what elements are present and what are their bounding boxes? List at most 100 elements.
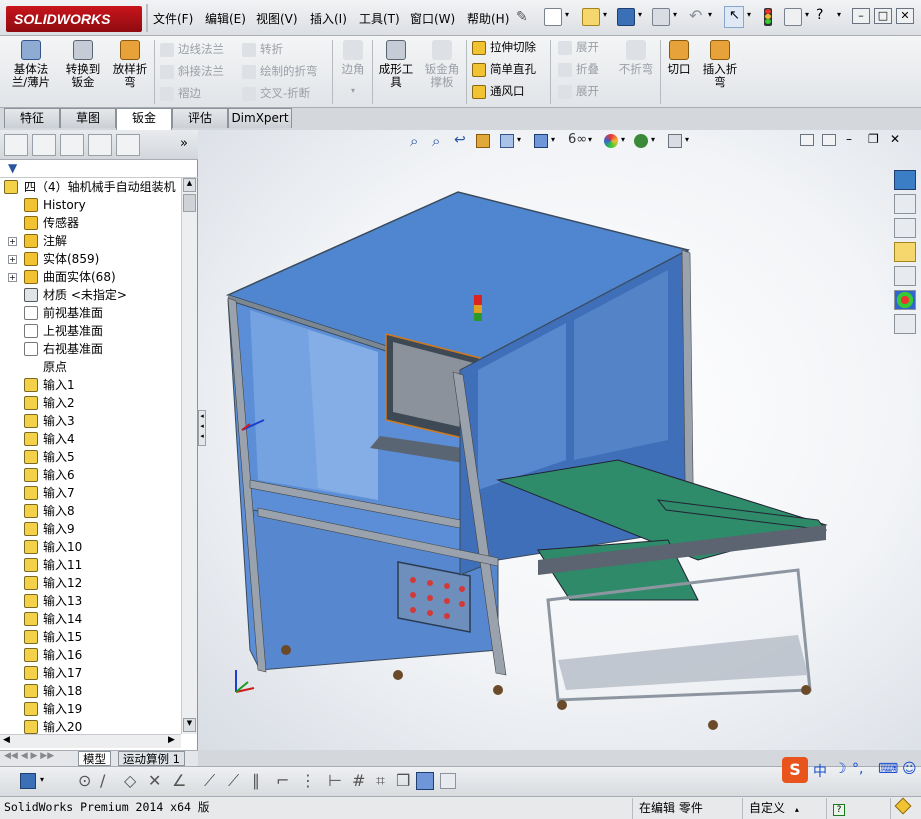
- no-bends-button[interactable]: 不折弯: [614, 40, 658, 76]
- bottom-save-dropdown-icon[interactable]: ▾: [40, 775, 44, 784]
- tab-scroll-icon[interactable]: ◀◀ ◀ ▶ ▶▶: [4, 751, 54, 761]
- edge-flange-button[interactable]: 边线法兰: [160, 38, 224, 60]
- insert-bends-button[interactable]: 插入折 弯: [698, 40, 742, 89]
- tab-sketch[interactable]: 草图: [60, 108, 116, 128]
- bottom-save-icon[interactable]: [20, 773, 36, 789]
- solidworks-logo[interactable]: SOLIDWORKS: [6, 6, 142, 32]
- offset-tool-icon[interactable]: ⟋: [228, 771, 239, 791]
- cross-break-button[interactable]: 交叉-折断: [242, 82, 310, 104]
- sketched-bend-button[interactable]: 绘制的折弯: [242, 60, 318, 82]
- corner-tool-icon[interactable]: ⌐: [276, 771, 289, 790]
- tab-model[interactable]: 模型: [78, 751, 111, 766]
- filter-icon[interactable]: ▼: [8, 161, 17, 175]
- print-dropdown-icon[interactable]: ▾: [673, 10, 677, 19]
- punctuation-icon[interactable]: °,: [852, 761, 863, 777]
- snap-tool-icon[interactable]: ⌗: [376, 771, 385, 791]
- trim-tool-icon[interactable]: ✕: [148, 771, 161, 790]
- propertymanager-tab-icon[interactable]: [32, 134, 56, 156]
- vent-button[interactable]: 通风口: [472, 80, 525, 102]
- minimize-icon[interactable]: –: [852, 8, 870, 24]
- gusset-button[interactable]: 钣金角 撑板: [422, 40, 462, 89]
- new-document-icon[interactable]: [544, 8, 562, 26]
- base-flange-button[interactable]: 基体法 兰/薄片: [8, 40, 54, 89]
- shaded-view-icon[interactable]: [416, 772, 434, 790]
- simple-hole-button[interactable]: 简单直孔: [472, 58, 536, 80]
- ime-lang[interactable]: 中: [813, 761, 827, 781]
- graphics-area[interactable]: ⌕ ⌕ ↩ ▾ ▾ 6∞ ▾ ▾ ▾ ▾ – ❐ ✕ ◂ ◂ ◂: [198, 130, 921, 750]
- save-icon[interactable]: [617, 8, 635, 26]
- help-icon[interactable]: ?: [816, 7, 823, 23]
- rebuild-status-button[interactable]: [890, 797, 921, 819]
- point-tool-icon[interactable]: ◇: [124, 771, 136, 790]
- expand-icon[interactable]: +: [8, 273, 17, 282]
- corners-dropdown-icon[interactable]: ▾: [338, 84, 368, 97]
- configurationmanager-tab-icon[interactable]: [60, 134, 84, 156]
- menu-edit[interactable]: 编辑(E): [205, 10, 246, 27]
- maximize-icon[interactable]: □: [874, 8, 892, 24]
- tab-sheet-metal[interactable]: 钣金: [116, 108, 172, 130]
- tree-vertical-scrollbar[interactable]: ▲ ▼: [181, 178, 197, 734]
- expand-icon[interactable]: +: [8, 255, 17, 264]
- scroll-up-icon[interactable]: ▲: [183, 178, 196, 192]
- tab-motion-study[interactable]: 运动算例 1: [118, 751, 185, 766]
- display-manager-tab-icon[interactable]: [116, 134, 140, 156]
- file-properties-icon[interactable]: [784, 8, 802, 26]
- relation-tool-icon[interactable]: ∥: [252, 771, 260, 790]
- forming-tool-button[interactable]: 成形工 具: [376, 40, 416, 89]
- tree-horizontal-scrollbar[interactable]: ◀ ▶: [0, 734, 181, 748]
- pin-icon[interactable]: ✎: [516, 9, 528, 25]
- open-dropdown-icon[interactable]: ▾: [603, 10, 607, 19]
- lofted-bend-button[interactable]: 放样折 弯: [108, 40, 152, 89]
- units-selector[interactable]: 自定义 ▴: [742, 798, 826, 819]
- select-dropdown-icon[interactable]: ▾: [747, 10, 751, 19]
- dimension-tool-icon[interactable]: ⊢: [328, 771, 342, 790]
- moon-icon[interactable]: ☽: [834, 761, 847, 777]
- circle-tool-icon[interactable]: ⊙: [78, 771, 91, 790]
- fold-button[interactable]: 折叠: [558, 58, 599, 80]
- scroll-thumb[interactable]: [183, 194, 196, 212]
- mirror-tool-icon[interactable]: ⟋: [204, 771, 215, 791]
- open-folder-icon[interactable]: [582, 8, 600, 26]
- expand-panel-icon[interactable]: »: [180, 136, 188, 151]
- featuremanager-tab-icon[interactable]: [4, 134, 28, 156]
- undo-icon[interactable]: ↶: [689, 6, 702, 25]
- dimxpertmanager-tab-icon[interactable]: [88, 134, 112, 156]
- view-options-icon[interactable]: [440, 773, 456, 789]
- scroll-down-icon[interactable]: ▼: [183, 718, 196, 732]
- hem-button[interactable]: 褶边: [160, 82, 201, 104]
- options-dropdown-icon[interactable]: ▾: [805, 10, 809, 19]
- menu-file[interactable]: 文件(F): [153, 10, 193, 27]
- flatten-button[interactable]: 展开: [558, 80, 599, 102]
- grid-tool-icon[interactable]: #: [352, 771, 365, 790]
- save-dropdown-icon[interactable]: ▾: [638, 10, 642, 19]
- rebuild-traffic-light-icon[interactable]: [764, 8, 772, 26]
- close-icon[interactable]: ✕: [896, 8, 914, 24]
- miter-flange-button[interactable]: 斜接法兰: [160, 60, 224, 82]
- extruded-cut-button[interactable]: 拉伸切除: [472, 36, 536, 58]
- tab-dimxpert[interactable]: DimXpert: [228, 108, 292, 128]
- menu-insert[interactable]: 插入(I): [310, 10, 347, 27]
- select-arrow-icon[interactable]: ↖: [724, 6, 744, 28]
- convert-entities-icon[interactable]: ⋮: [300, 771, 316, 790]
- corners-button[interactable]: 边角 ▾: [338, 40, 368, 97]
- expand-icon[interactable]: +: [8, 237, 17, 246]
- convert-to-sheet-metal-button[interactable]: 转换到 钣金: [60, 40, 106, 89]
- menu-window[interactable]: 窗口(W): [410, 10, 455, 27]
- new-dropdown-icon[interactable]: ▾: [565, 10, 569, 19]
- unfold-button[interactable]: 展开: [558, 36, 599, 58]
- sogou-ime-icon[interactable]: S: [782, 757, 808, 783]
- tab-features[interactable]: 特征: [4, 108, 60, 128]
- menu-tools[interactable]: 工具(T): [359, 10, 400, 27]
- scroll-left-icon[interactable]: ◀: [3, 735, 10, 745]
- angle-tool-icon[interactable]: ∠: [172, 771, 186, 790]
- menu-help[interactable]: 帮助(H): [467, 10, 509, 27]
- line-tool-icon[interactable]: /: [100, 771, 105, 790]
- status-help-button[interactable]: ?: [826, 798, 856, 819]
- help-dropdown-icon[interactable]: ▾: [837, 10, 841, 19]
- print-icon[interactable]: [652, 8, 670, 26]
- user-icon[interactable]: ☺: [902, 761, 917, 777]
- tab-evaluate[interactable]: 评估: [172, 108, 228, 128]
- 3d-sketch-icon[interactable]: ❒: [396, 771, 410, 790]
- jog-button[interactable]: 转折: [242, 38, 283, 60]
- scroll-right-icon[interactable]: ▶: [168, 735, 175, 745]
